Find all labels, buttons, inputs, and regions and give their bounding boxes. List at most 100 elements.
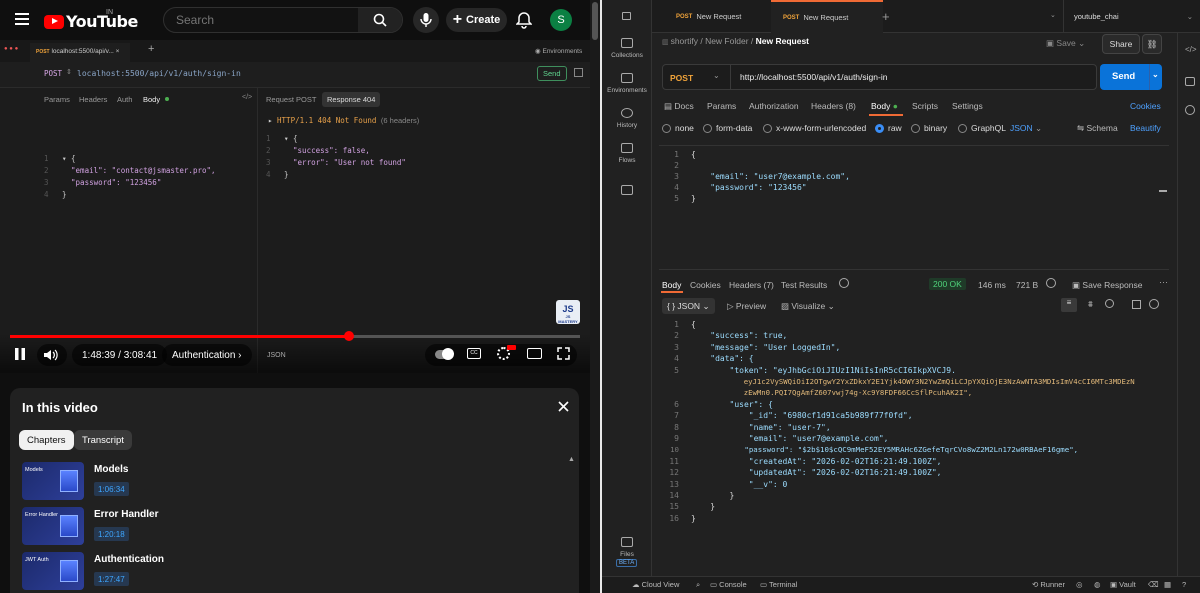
resp-tab-headers[interactable]: Headers (7) [729, 280, 774, 290]
clear-icon[interactable] [1149, 299, 1159, 309]
create-button[interactable]: + Create [446, 8, 507, 32]
visualize-button[interactable]: ▨ Visualize ⌄ [781, 301, 835, 312]
preview-button[interactable]: ▷ Preview [727, 301, 766, 312]
volume-button[interactable] [37, 344, 67, 366]
save-response-button[interactable]: ▣ Save Response [1072, 280, 1142, 291]
search-button[interactable] [358, 8, 402, 32]
page-scrollbar[interactable] [590, 0, 600, 593]
help-icon[interactable]: ? [1182, 580, 1186, 589]
tab-docs[interactable]: ▤ Docs [664, 101, 694, 112]
resp-tab-cookies[interactable]: Cookies [690, 280, 721, 290]
cookies-icon[interactable]: ◍ [1094, 580, 1101, 589]
sidebar-item-environments[interactable]: Environments [602, 73, 652, 94]
radio-none[interactable]: none [662, 123, 694, 133]
format-select[interactable]: JSON ⌄ [1010, 123, 1042, 134]
search-input[interactable] [176, 13, 346, 27]
json-view-select[interactable]: { } JSON ⌄ [662, 298, 715, 314]
tab-authorization[interactable]: Authorization [749, 101, 799, 111]
beautify-button[interactable]: Beautify [1130, 123, 1161, 133]
chevron-down-icon[interactable]: ⌄ [1152, 70, 1159, 79]
request-name[interactable]: New Request [756, 36, 809, 46]
notifications-icon[interactable] [516, 11, 532, 29]
radio-form-data[interactable]: form-data [703, 123, 752, 133]
info-icon[interactable] [1185, 105, 1195, 115]
request-tab-active[interactable]: POST New Request [771, 0, 883, 33]
console-button[interactable]: ▭ Console [710, 580, 747, 589]
avatar[interactable]: S [550, 9, 572, 31]
sidebar-item-collections[interactable]: Collections [602, 38, 652, 59]
menu-icon[interactable] [15, 13, 29, 25]
pause-button[interactable] [13, 347, 27, 361]
save-button[interactable]: ▣ Save ⌄ [1046, 38, 1085, 49]
cookies-link[interactable]: Cookies [1130, 101, 1161, 111]
voice-search-button[interactable] [413, 7, 439, 33]
capture-icon[interactable]: ◎ [1076, 580, 1083, 589]
chapter-item[interactable]: JWT Auth Authentication 1:27:47 [22, 552, 562, 592]
lock-icon[interactable] [622, 12, 631, 20]
method-select[interactable]: POST [670, 73, 693, 83]
scroll-up-icon[interactable]: ▲ [568, 456, 575, 463]
chapter-timestamp[interactable]: 1:20:18 [94, 527, 129, 541]
cloud-view-button[interactable]: ☁ Cloud View [632, 580, 679, 589]
more-icon[interactable]: ··· [1159, 277, 1168, 287]
layout-icon[interactable]: ▦ [1164, 580, 1171, 589]
chapter-item[interactable]: Error Handler Error Handler 1:20:18 [22, 507, 562, 547]
radio-graphql[interactable]: GraphQL [958, 123, 1006, 133]
url-input[interactable]: http://localhost:5500/api/v1/auth/sign-i… [740, 72, 887, 82]
resp-tab-test-results[interactable]: Test Results [781, 280, 827, 290]
sidebar-item-apps[interactable] [602, 185, 652, 199]
share-button[interactable]: Share [1102, 34, 1140, 54]
progress-bar[interactable] [10, 331, 580, 341]
schema-button[interactable]: ⇋ Schema [1077, 123, 1118, 134]
search-icon[interactable] [1105, 299, 1114, 308]
new-tab-icon[interactable]: + [870, 0, 902, 33]
chapter-timestamp[interactable]: 1:06:34 [94, 482, 129, 496]
sidebar-item-flows[interactable]: Flows [602, 143, 652, 164]
tab-scripts[interactable]: Scripts [912, 101, 938, 111]
tab-transcript[interactable]: Transcript [74, 430, 132, 450]
radio-raw[interactable]: raw [875, 123, 902, 133]
globe-icon[interactable] [1046, 278, 1056, 288]
request-tab[interactable]: POST New Request [664, 0, 753, 33]
chapter-timestamp[interactable]: 1:27:47 [94, 572, 129, 586]
search-box[interactable] [163, 7, 403, 33]
chevron-down-icon[interactable]: ⌄ [1050, 11, 1056, 19]
comments-icon[interactable] [1185, 77, 1195, 86]
chapter-button[interactable]: Authentication › [162, 344, 252, 366]
editor-scrollbar[interactable] [1159, 190, 1167, 192]
tab-body[interactable]: Body ● [871, 101, 898, 111]
radio-binary[interactable]: binary [911, 123, 947, 133]
chapter-item[interactable]: Models Models 1:06:34 [22, 462, 562, 502]
sidebar-item-files[interactable]: Files [602, 537, 652, 558]
miniplayer-icon[interactable] [527, 348, 542, 359]
terminal-button[interactable]: ▭ Terminal [760, 580, 797, 589]
find-icon[interactable]: ⌕ [696, 580, 700, 590]
autoplay-toggle[interactable] [435, 348, 454, 360]
resp-tab-body[interactable]: Body [662, 280, 681, 290]
copy-icon[interactable] [1132, 300, 1141, 309]
tab-settings[interactable]: Settings [952, 101, 983, 111]
code-snippet-icon[interactable]: </> [1185, 45, 1197, 54]
youtube-logo[interactable]: YouTube [44, 12, 138, 31]
url-bar[interactable]: POST ⌄ http://localhost:5500/api/v1/auth… [662, 64, 1097, 90]
workspace-selector[interactable]: youtube_chai ⌄ [1063, 0, 1200, 33]
vault-button[interactable]: ▣ Vault [1110, 580, 1136, 589]
history-clock-icon[interactable] [839, 278, 849, 288]
sidebar-item-history[interactable]: History [602, 108, 652, 129]
response-body-viewer[interactable]: 1{ 2 "success": true, 3 "message": "User… [659, 318, 1169, 576]
fullscreen-icon[interactable] [557, 347, 570, 360]
tab-chapters[interactable]: Chapters [19, 430, 74, 450]
send-button[interactable]: Send ⌄ [1100, 64, 1162, 90]
trash-icon[interactable]: ⌫ [1148, 580, 1159, 589]
request-body-editor[interactable]: 1{ 2 3 "email": "user7@example.com", 4 "… [659, 145, 1169, 270]
radio-urlencoded[interactable]: x-www-form-urlencoded [763, 123, 866, 133]
tab-headers[interactable]: Headers (8) [811, 101, 856, 111]
wrap-icon[interactable]: ≡ [1061, 298, 1077, 312]
tab-params[interactable]: Params [707, 101, 736, 111]
link-button[interactable]: ⛓ [1142, 34, 1162, 54]
video-player[interactable]: ● ● ● POST localhost:5500/api/v... × + ◉… [0, 40, 590, 373]
progress-scrubber[interactable] [343, 331, 354, 341]
close-icon[interactable] [558, 401, 569, 412]
captions-icon[interactable]: CC [467, 348, 481, 359]
runner-button[interactable]: ⟲ Runner [1032, 580, 1065, 589]
